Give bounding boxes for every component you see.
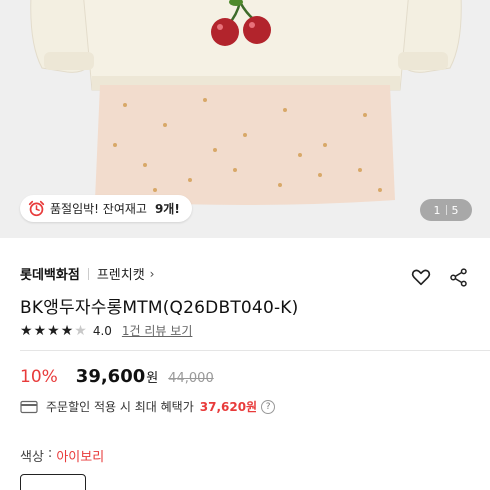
divider: [20, 350, 490, 351]
pager-total: 5: [451, 203, 459, 217]
color-swatch-button[interactable]: [20, 474, 86, 490]
card-icon: [20, 400, 38, 414]
star-filled-icon: ★: [33, 322, 47, 339]
stock-alert-badge: 품절임박! 잔여재고 9개!: [20, 195, 192, 222]
benefit-amount: 37,620원: [199, 400, 258, 414]
benefit-text: 주문할인 적용 시 최대 혜택가: [46, 400, 194, 414]
stock-alert-text: 품절임박! 잔여재고: [50, 202, 147, 216]
brand-link[interactable]: 프렌치캣: [97, 264, 145, 283]
product-image-carousel[interactable]: 품절임박! 잔여재고 9개! 1 5: [0, 0, 490, 238]
wishlist-button[interactable]: [408, 264, 434, 290]
stock-count: 9개!: [154, 202, 180, 216]
original-price: 44,000: [168, 371, 214, 386]
color-label: 색상: [20, 450, 44, 465]
share-button[interactable]: [445, 264, 471, 290]
rating-summary: ★ ★ ★ ★ ★ 4.0 1건 리뷰 보기: [20, 322, 192, 339]
star-filled-icon: ★: [47, 322, 60, 339]
alarm-clock-icon: [28, 200, 45, 217]
color-colon: :: [47, 446, 53, 461]
product-title: BK앵두자수롱MTM(Q26DBT040-K): [20, 298, 299, 318]
share-icon: [449, 267, 467, 287]
pager-separator: [445, 205, 447, 215]
chevron-right-icon: ›: [149, 266, 155, 281]
discount-rate: 10%: [20, 367, 58, 387]
tulle-skirt-illustration: [95, 85, 395, 205]
heart-icon: [411, 269, 431, 286]
breadcrumb-divider: [87, 267, 89, 280]
sale-price: 39,600: [75, 366, 146, 387]
color-option: 색상 : 아이보리: [20, 446, 104, 465]
price-row: 10% 39,600 원 44,000: [20, 366, 214, 387]
help-icon[interactable]: ?: [261, 399, 276, 414]
color-value: 아이보리: [56, 450, 105, 465]
image-pager: 1 5: [420, 199, 472, 221]
star-rating: ★ ★ ★ ★ ★: [20, 324, 87, 338]
currency-unit: 원: [146, 371, 159, 386]
rating-score: 4.0: [92, 323, 112, 338]
star-empty-icon: ★: [74, 322, 87, 339]
benefit-price-row: 주문할인 적용 시 최대 혜택가 37,620원 ?: [20, 398, 276, 415]
store-name[interactable]: 롯데백화점: [20, 264, 80, 283]
pager-current: 1: [433, 203, 441, 217]
reviews-link[interactable]: 1건 리뷰 보기: [122, 322, 192, 339]
star-filled-icon: ★: [20, 322, 33, 339]
star-filled-icon: ★: [60, 322, 74, 339]
brand-breadcrumb: 롯데백화점 프렌치캣 ›: [20, 264, 155, 284]
